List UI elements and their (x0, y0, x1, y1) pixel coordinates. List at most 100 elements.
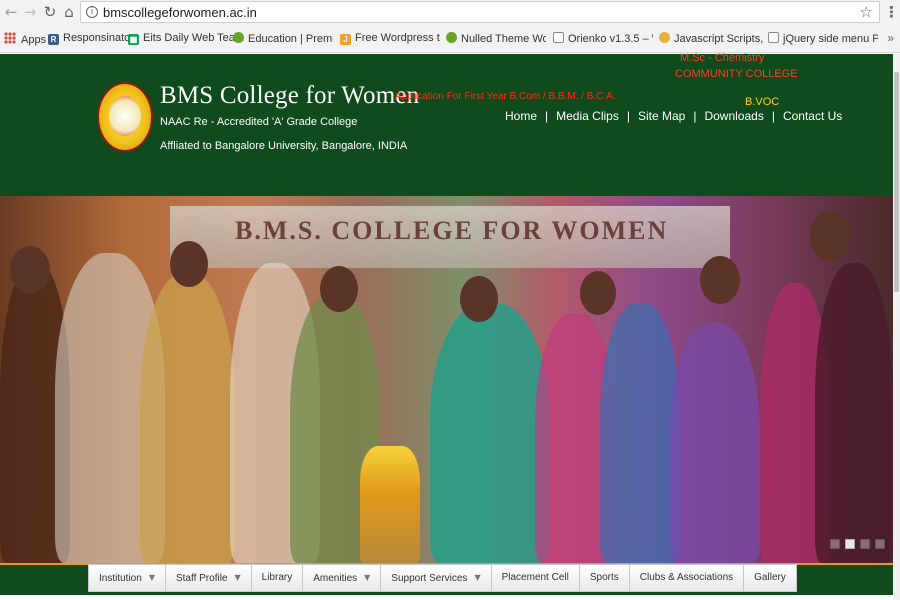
bookmark-label: Nulled Theme Wordp (461, 33, 546, 45)
nav-separator: | (545, 109, 549, 123)
menu-placement-cell[interactable]: Placement Cell (492, 565, 580, 591)
dropdown-caret-icon: ▼ (148, 573, 155, 582)
page-icon (553, 32, 564, 43)
bookmark-label: Education | Premium (248, 33, 333, 45)
leaf-icon (233, 32, 244, 43)
menu-amenities[interactable]: Amenities ▼ (303, 565, 382, 591)
apps-icon (4, 32, 16, 44)
nav-separator: | (771, 109, 775, 123)
menu-label: Support Services (391, 573, 468, 584)
bookmark-label: Javascript Scripts, Fre (674, 33, 763, 45)
menu-label: Gallery (754, 572, 786, 583)
more-bookmarks-icon[interactable]: » (887, 31, 894, 45)
announcement-bvoc[interactable]: B.VOC (745, 96, 779, 108)
photo-figure (10, 246, 50, 294)
slider-dot[interactable] (860, 539, 870, 549)
bookmark-education[interactable]: Education | Premium (233, 32, 333, 48)
menu-label: Institution (99, 573, 142, 584)
leaf-icon (446, 32, 457, 43)
page-scrollbar[interactable] (893, 54, 900, 600)
slider-pagination (830, 539, 885, 549)
nav-media-clips[interactable]: Media Clips (556, 109, 619, 123)
sheets-icon: ▦ (128, 34, 139, 45)
page-icon (768, 32, 779, 43)
menu-gallery[interactable]: Gallery (744, 565, 796, 591)
nav-contact-us[interactable]: Contact Us (783, 109, 842, 123)
nav-home[interactable]: Home (505, 109, 537, 123)
dropdown-caret-icon: ▼ (364, 573, 371, 582)
bookmark-jquery-side-menu[interactable]: jQuery side menu Plu (768, 32, 878, 48)
photo-figure (140, 273, 235, 563)
address-bar[interactable]: i bmscollegeforwomen.ac.in ☆ (80, 1, 880, 23)
photo-figure (430, 303, 550, 563)
logo-emblem (109, 96, 141, 136)
menu-clubs-associations[interactable]: Clubs & Associations (630, 565, 745, 591)
site-title[interactable]: BMS College for Women (160, 82, 419, 110)
info-icon[interactable]: i (86, 6, 98, 18)
menu-staff-profile[interactable]: Staff Profile ▼ (166, 565, 252, 591)
nav-site-map[interactable]: Site Map (638, 109, 685, 123)
bookmark-javascript-scripts[interactable]: Javascript Scripts, Fre (659, 32, 763, 48)
top-nav: Home | Media Clips | Site Map | Downloads | Cont… (505, 109, 842, 125)
college-logo[interactable] (97, 82, 153, 152)
nav-separator: | (693, 109, 697, 123)
photo-figure (815, 263, 893, 563)
bookmark-free-wordpress[interactable]: J Free Wordpress them (340, 32, 440, 48)
bookmark-label: Free Wordpress them (355, 32, 440, 44)
hero-banner-text: B.M.S. COLLEGE FOR WOMEN (235, 216, 669, 245)
bookmarks-bar: Apps R Responsinator ▦ Eits Daily Web Team… (0, 26, 900, 53)
bookmark-apps[interactable]: Apps (4, 32, 46, 48)
home-icon[interactable]: ⌂ (60, 3, 78, 21)
photo-figure (320, 266, 358, 312)
affiliation-text: Affliated to Bangalore University, Banga… (160, 140, 408, 152)
bookmark-star-icon[interactable]: ☆ (860, 3, 873, 21)
photo-figure (670, 323, 760, 563)
menu-support-services[interactable]: Support Services ▼ (381, 565, 492, 591)
menu-label: Library (261, 572, 293, 583)
browser-toolbar: ← → ↻ ⌂ i bmscollegeforwomen.ac.in ☆ ⋮ (0, 0, 900, 26)
hero-slider[interactable]: B.M.S. COLLEGE FOR WOMEN (0, 196, 893, 563)
menu-label: Staff Profile (175, 573, 228, 584)
photo-figure (170, 241, 208, 287)
menu-label: Placement Cell (501, 572, 569, 583)
slider-dot-active[interactable] (845, 539, 855, 549)
announcement-community-college[interactable]: COMMUNITY COLLEGE (675, 68, 798, 80)
url-text[interactable]: bmscollegeforwomen.ac.in (103, 5, 257, 20)
photo-figure (580, 271, 616, 315)
site-header: BMS College for Women NAAC Re - Accredit… (0, 52, 893, 196)
forward-arrow-icon[interactable]: → (21, 3, 39, 21)
r-bookmark-icon: R (48, 34, 59, 45)
bookmark-responsinator[interactable]: R Responsinator (48, 32, 134, 48)
bookmark-label: jQuery side menu Plu (783, 33, 878, 45)
announcement-msc-chemistry[interactable]: M.Sc - Chemistry (680, 52, 764, 64)
admission-announcement[interactable]: Application For First Year B.Com / B.B.M… (395, 91, 616, 102)
menu-library[interactable]: Library (252, 565, 304, 591)
slider-dot[interactable] (830, 539, 840, 549)
reload-icon[interactable]: ↻ (41, 3, 59, 21)
nav-separator: | (626, 109, 630, 123)
bookmark-eits-daily[interactable]: ▦ Eits Daily Web Team (128, 32, 244, 48)
bookmark-label: Orienko v1.3.5 – Woo (568, 33, 653, 45)
bookmark-label: Eits Daily Web Team (143, 32, 245, 44)
bookmark-nulled-theme[interactable]: Nulled Theme Wordp (446, 32, 546, 48)
flower-icon (659, 32, 670, 43)
dropdown-caret-icon: ▼ (234, 573, 241, 582)
back-arrow-icon[interactable]: ← (2, 3, 20, 21)
photo-figure (700, 256, 740, 304)
menu-institution[interactable]: Institution ▼ (89, 565, 166, 591)
lamp-flowers (360, 446, 420, 563)
slider-dot[interactable] (875, 539, 885, 549)
nav-downloads[interactable]: Downloads (704, 109, 763, 123)
bookmark-orienko[interactable]: Orienko v1.3.5 – Woo (553, 32, 653, 48)
j-bookmark-icon: J (340, 34, 351, 45)
main-nav: Institution ▼ Staff Profile ▼ Library Amen… (88, 564, 797, 592)
accreditation-text: NAAC Re - Accredited 'A' Grade College (160, 116, 358, 128)
menu-sports[interactable]: Sports (580, 565, 630, 591)
photo-figure (600, 303, 680, 563)
bookmark-label: Apps (21, 34, 47, 46)
dropdown-caret-icon: ▼ (474, 573, 481, 582)
menu-label: Sports (589, 572, 619, 583)
browser-menu-icon[interactable]: ⋮ (884, 3, 899, 21)
scrollbar-thumb[interactable] (894, 72, 899, 292)
menu-label: Amenities (313, 573, 358, 584)
